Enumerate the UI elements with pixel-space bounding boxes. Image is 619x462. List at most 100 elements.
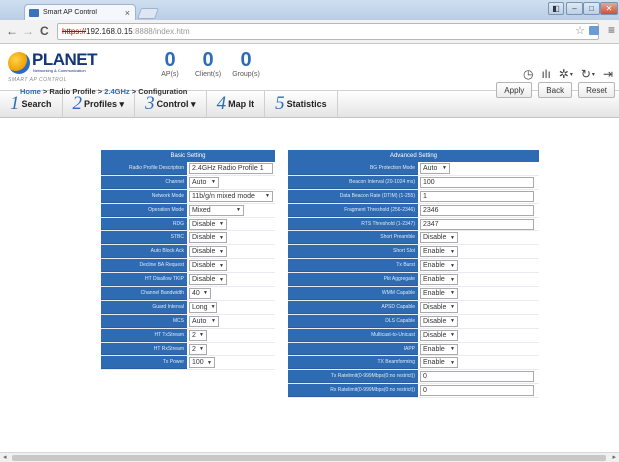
scroll-right-icon[interactable]: ▸ (612, 453, 616, 461)
setting-select[interactable]: Enable ▼ (420, 246, 458, 258)
select-value: Disable (423, 331, 447, 339)
back-button[interactable]: Back (538, 82, 573, 98)
scrollbar-thumb[interactable] (12, 455, 606, 461)
setting-select[interactable]: Disable ▼ (420, 329, 458, 341)
setting-value-cell: Enable ▼ (418, 259, 458, 272)
url-host: 192.168.0.15 (86, 27, 133, 36)
chevron-down-icon: ▼ (450, 276, 455, 283)
refresh-menu[interactable]: ↻ ▾ (581, 67, 595, 81)
setting-select[interactable]: Disable ▼ (189, 260, 227, 272)
setting-row: TX Beamforming Enable ▼ (288, 356, 539, 371)
tab-close-icon[interactable]: × (125, 8, 130, 18)
group-counter[interactable]: 0 Group(s) (232, 49, 260, 78)
setting-row: Rx Ratelimit(0-999Mbps(0:no restrict)) 0 (288, 384, 539, 399)
setting-input[interactable]: 2347 (420, 218, 534, 230)
nav-map-it[interactable]: 4 Map It (207, 91, 266, 117)
setting-label: Network Mode (101, 189, 187, 203)
setting-input[interactable]: 0 (420, 385, 534, 397)
url-path: :8888/index.htm (132, 27, 190, 36)
setting-select[interactable]: Disable ▼ (189, 232, 227, 244)
setting-input[interactable]: 100 (420, 176, 534, 188)
setting-label: Data Beacon Rate (DTIM) (1-255) (288, 189, 418, 203)
setting-select[interactable]: Disable ▼ (420, 301, 458, 313)
breadcrumb-band[interactable]: 2.4GHz (104, 87, 129, 96)
setting-label: Operation Mode (101, 203, 187, 217)
apply-button[interactable]: Apply (496, 82, 533, 98)
setting-select[interactable]: Long ▼ (189, 301, 217, 313)
setting-select[interactable]: 40 ▼ (189, 287, 211, 299)
back-icon[interactable]: ← (6, 24, 18, 38)
logout-icon[interactable]: ⇥ (603, 67, 613, 81)
setting-row: Decline BA Request Disable ▼ (101, 259, 275, 274)
basic-setting-title: Basic Setting (101, 150, 275, 162)
setting-select[interactable]: Enable ▼ (420, 343, 458, 355)
minimize-button[interactable]: – (566, 2, 583, 15)
setting-input[interactable]: 2.4GHz Radio Profile 1 (189, 162, 273, 174)
setting-input[interactable]: 0 (420, 371, 534, 383)
nav-label: Profiles ▾ (84, 98, 125, 109)
setting-input[interactable]: 2346 (420, 204, 534, 216)
window-extra-button[interactable]: ◧ (548, 2, 564, 15)
horizontal-scrollbar[interactable]: ◂ ▸ (0, 452, 619, 462)
setting-input[interactable]: 1 (420, 190, 534, 202)
setting-row: IAPP Enable ▼ (288, 342, 539, 357)
setting-label: Multicast-to-Unicast (288, 328, 418, 342)
client-count: 0 (202, 49, 214, 71)
setting-value-cell: 2.4GHz Radio Profile 1 (187, 162, 273, 175)
chevron-down-icon: ▼ (450, 318, 455, 325)
setting-select[interactable]: 2 ▼ (189, 329, 207, 341)
reload-icon[interactable]: C (40, 24, 49, 38)
setting-select[interactable]: Disable ▼ (420, 232, 458, 244)
chevron-down-icon: ▼ (450, 346, 455, 353)
settings-menu[interactable]: ✲ ▾ (559, 67, 573, 81)
setting-select[interactable]: 100 ▼ (189, 357, 215, 369)
browser-menu-icon[interactable]: ≡ (608, 23, 615, 37)
setting-row: MCS Auto ▼ (101, 314, 275, 329)
chevron-down-icon: ▼ (219, 248, 224, 255)
client-counter[interactable]: 0 Client(s) (195, 49, 221, 78)
setting-select[interactable]: Auto ▼ (420, 162, 450, 174)
setting-select[interactable]: Mixed ▼ (189, 204, 244, 216)
setting-select[interactable]: Enable ▼ (420, 274, 458, 286)
setting-label: Short Slot (288, 245, 418, 259)
browser-tab[interactable]: Smart AP Control × (24, 4, 136, 20)
select-value: Mixed (192, 206, 211, 214)
setting-select[interactable]: 2 ▼ (189, 343, 207, 355)
setting-select[interactable]: Auto ▼ (189, 315, 219, 327)
nav-statistics[interactable]: 5 Statistics (265, 91, 338, 117)
setting-select[interactable]: Disable ▼ (189, 218, 227, 230)
setting-select[interactable]: Disable ▼ (420, 315, 458, 327)
url-input[interactable]: https:// 192.168.0.15 :8888/index.htm (57, 23, 599, 40)
forward-icon[interactable]: → (22, 24, 34, 38)
breadcrumb-home[interactable]: Home (20, 87, 41, 96)
close-window-button[interactable]: ✕ (600, 2, 618, 15)
setting-select[interactable]: Enable ▼ (420, 260, 458, 272)
extension-icon[interactable] (589, 26, 599, 35)
dashboard-icon[interactable]: ◷ (523, 67, 533, 81)
setting-row: DLS Capable Disable ▼ (288, 314, 539, 329)
setting-select[interactable]: Disable ▼ (189, 274, 227, 286)
setting-label: Channel Bandwidth (101, 287, 187, 300)
scroll-left-icon[interactable]: ◂ (3, 453, 7, 461)
setting-value-cell: Enable ▼ (418, 356, 458, 369)
ap-count-label: AP(s) (161, 71, 179, 78)
setting-value-cell: Auto ▼ (187, 315, 219, 328)
setting-select[interactable]: Disable ▼ (189, 246, 227, 258)
bookmark-star-icon[interactable]: ☆ (575, 24, 585, 37)
ap-counter[interactable]: 0 AP(s) (158, 49, 182, 78)
setting-select[interactable]: Enable ▼ (420, 287, 458, 299)
setting-value-cell: Disable ▼ (418, 231, 458, 244)
setting-value-cell: 0 (418, 384, 534, 397)
setting-row: Tx Power 100 ▼ (101, 356, 275, 371)
chevron-down-icon: ▼ (442, 165, 447, 172)
maximize-button[interactable]: □ (583, 2, 600, 15)
setting-select[interactable]: Auto ▼ (189, 176, 219, 188)
reset-button[interactable]: Reset (578, 82, 615, 98)
setting-select[interactable]: Enable ▼ (420, 357, 458, 369)
chart-icon[interactable]: ılı (541, 67, 550, 81)
nav-label: Control ▾ (156, 98, 196, 109)
setting-label: Auto Block Ack (101, 245, 187, 259)
setting-select[interactable]: 11b/g/n mixed mode ▼ (189, 190, 273, 202)
new-tab-button[interactable] (136, 8, 160, 19)
chevron-down-icon: ▼ (265, 193, 270, 200)
